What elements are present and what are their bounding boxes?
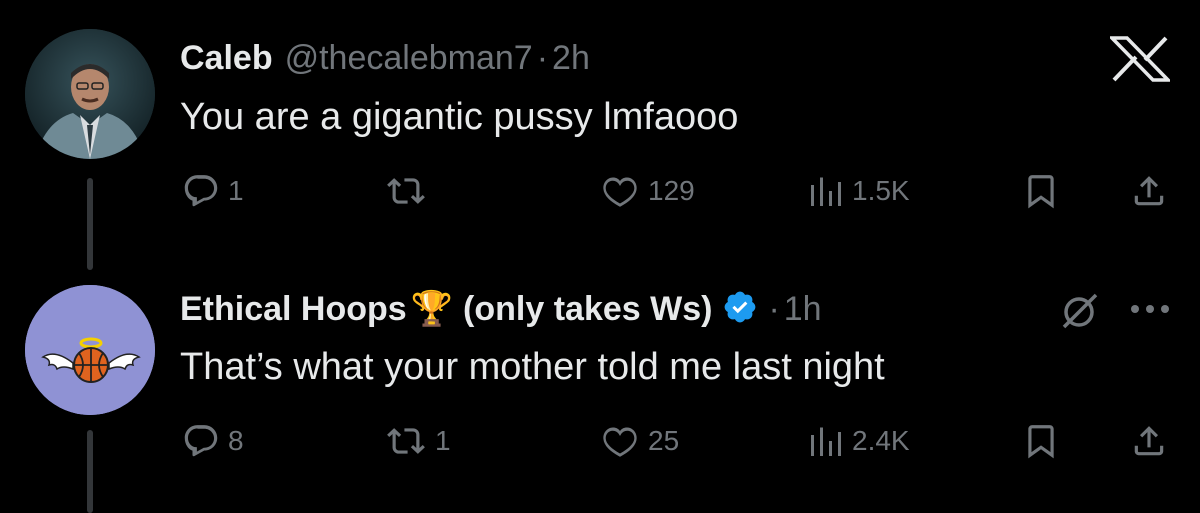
tweet2-header: Ethical Hoops 🏆 (only takes Ws) · 1h [180,285,822,333]
views-chart-icon [811,177,841,206]
tweet2-author-name[interactable]: Ethical Hoops [180,290,407,329]
tweet2-timestamp[interactable]: 1h [784,290,822,329]
verified-badge-icon [722,289,758,330]
tweet1-views-button[interactable]: 1.5K [808,161,910,221]
tweet2-views-count: 2.4K [852,425,910,456]
tweet2-like-count: 25 [648,425,680,456]
tweet2-bookmark-button[interactable] [1022,411,1060,471]
bookmark-icon [1028,175,1054,209]
grok-slash-icon[interactable] [1058,291,1100,336]
tweet2-like-button[interactable]: 25 [600,411,679,471]
x-logo-icon[interactable] [1107,36,1173,87]
tweet1-reply-button[interactable]: 1 [182,161,244,221]
tweet1-timestamp[interactable]: 2h [552,39,590,78]
trophy-emoji: 🏆 [410,290,454,328]
tweet1-actions: 1 129 1.5K [180,161,1170,221]
heart-icon [603,177,637,207]
tweet1-text: You are a gigantic pussy lmfaooo [180,96,739,138]
tweet1-bookmark-button[interactable] [1022,161,1060,221]
tweet1-header: Caleb @thecalebman7 · 2h [180,36,590,80]
tweet2-retweet-button[interactable]: 1 [385,411,451,471]
tweet1-share-button[interactable] [1130,161,1168,221]
tweet1-author-handle[interactable]: @thecalebman7 [285,39,533,78]
tweet1-author-name[interactable]: Caleb [180,39,273,78]
avatar-ethical-hoops[interactable] [25,285,155,415]
tweet1-separator: · [536,38,549,77]
tweet2-actions: 8 1 25 2.4K [180,411,1170,471]
bookmark-icon [1028,425,1054,459]
avatar-caleb[interactable] [25,29,155,159]
views-chart-icon [811,427,841,456]
thread-line-top [87,178,93,270]
tweet1-like-count: 129 [648,175,695,206]
retweet-icon [387,428,425,454]
tweet1-reply-count: 1 [228,175,244,206]
thread-line-bottom [87,430,93,513]
tweet2-text: That’s what your mother told me last nig… [180,346,885,388]
reply-icon [184,175,218,207]
tweet2-separator: · [768,289,780,328]
retweet-icon [387,178,425,204]
tweet1-views-count: 1.5K [852,175,910,206]
share-icon [1134,426,1164,456]
heart-icon [603,427,637,457]
tweet2-author-name-suffix[interactable]: (only takes Ws) [463,290,712,329]
tweet2-reply-button[interactable]: 8 [182,411,244,471]
tweet2-share-button[interactable] [1130,411,1168,471]
reply-icon [184,425,218,457]
share-icon [1134,176,1164,206]
tweet2-reply-count: 8 [228,425,244,456]
tweet1-like-button[interactable]: 129 [600,161,695,221]
tweet1-retweet-button[interactable] [385,161,435,221]
tweet2-retweet-count: 1 [435,425,451,456]
more-horizontal-icon[interactable] [1128,302,1172,321]
tweet2-views-button[interactable]: 2.4K [808,411,910,471]
